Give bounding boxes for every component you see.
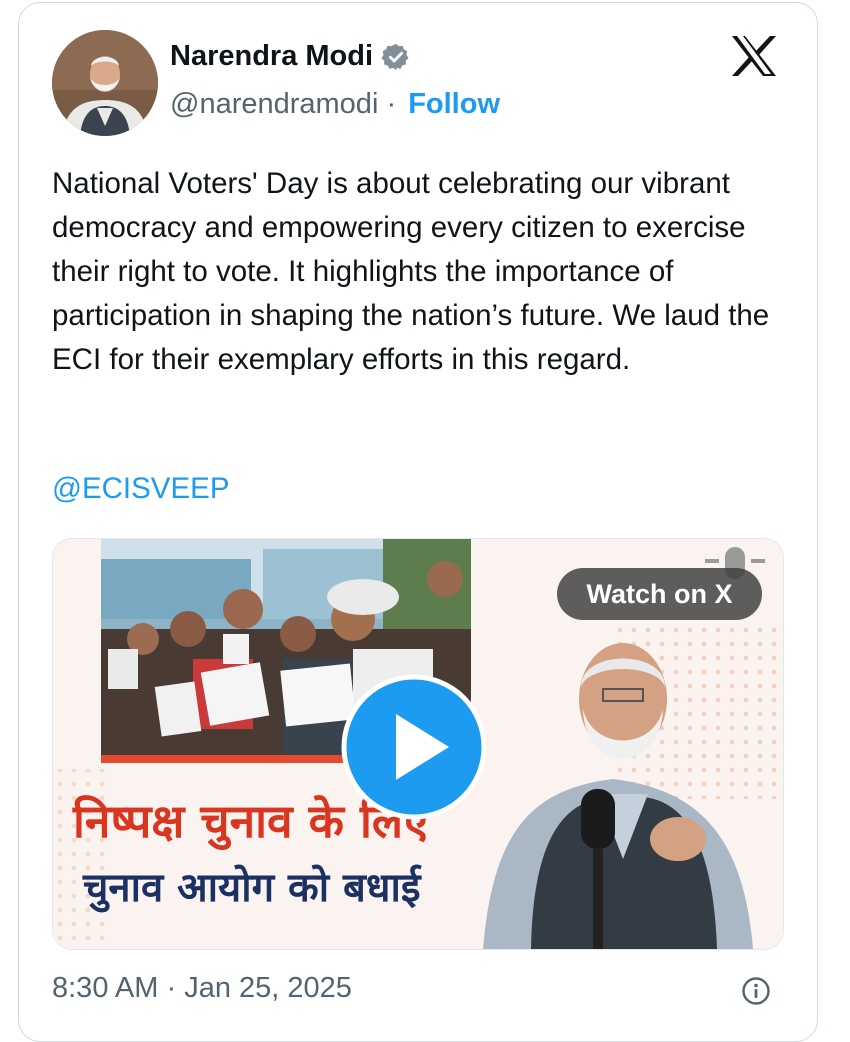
play-icon[interactable] xyxy=(341,674,487,820)
follow-button[interactable]: Follow xyxy=(408,88,500,120)
avatar[interactable] xyxy=(52,30,158,136)
mention-link[interactable]: @ECISVEEP xyxy=(52,472,230,506)
tweet-time: 8:30 AM xyxy=(52,972,159,1004)
timestamp-separator: · xyxy=(166,972,177,1004)
tweet-text: National Voters' Day is about celebratin… xyxy=(52,167,770,376)
info-icon[interactable] xyxy=(741,976,771,1006)
tweet-date: Jan 25, 2025 xyxy=(184,972,352,1004)
author-handle-row: @narendramodi · Follow xyxy=(170,88,500,121)
x-logo-icon[interactable] xyxy=(730,34,778,78)
watch-on-x-button[interactable]: Watch on X xyxy=(557,568,762,620)
media-headline-line2: चुनाव आयोग को बधाई xyxy=(82,864,423,913)
author-name[interactable]: Narendra Modi xyxy=(170,40,373,73)
author-name-row: Narendra Modi xyxy=(170,40,411,73)
verified-badge-icon xyxy=(381,43,409,70)
author-handle[interactable]: @narendramodi xyxy=(170,88,378,120)
handle-separator: · xyxy=(386,88,397,120)
tweet-timestamp[interactable]: 8:30 AM · Jan 25, 2025 xyxy=(52,972,352,1005)
